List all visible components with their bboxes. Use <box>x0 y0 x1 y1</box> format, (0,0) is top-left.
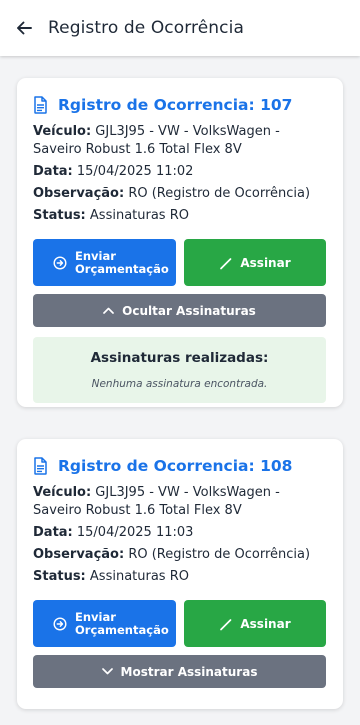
send-budget-label-line1: Enviar <box>75 609 116 624</box>
status-label: Status: <box>33 569 86 584</box>
date-value: 15/04/2025 11:02 <box>72 164 194 179</box>
occurrence-title[interactable]: Rgistro de Ocorrencia: 107 <box>33 95 327 115</box>
hide-signatures-label: Ocultar Assinaturas <box>122 303 256 318</box>
occurrence-card: Rgistro de Ocorrencia: 107 Veículo: GJL3… <box>17 78 343 407</box>
sign-label: Assinar <box>240 255 291 270</box>
observation-value: RO (Registro de Ocorrência) <box>124 547 311 562</box>
sign-label: Assinar <box>240 616 291 631</box>
occurrence-title-text: Rgistro de Ocorrencia: 107 <box>58 96 293 114</box>
sign-button[interactable]: Assinar <box>184 600 326 647</box>
show-signatures-button[interactable]: Mostrar Assinaturas <box>33 655 326 688</box>
arrow-circle-right-icon <box>53 616 67 631</box>
observation-label: Observação: <box>33 547 125 562</box>
send-budget-label-line2: Orçamentação <box>75 622 169 637</box>
back-button[interactable] <box>2 0 46 56</box>
observation-field: Observação: RO (Registro de Ocorrência) <box>33 185 327 203</box>
show-signatures-label: Mostrar Assinaturas <box>120 664 258 679</box>
date-label: Data: <box>33 164 73 179</box>
occurrence-title-text: Rgistro de Ocorrencia: 108 <box>58 457 293 475</box>
status-label: Status: <box>33 208 86 223</box>
vehicle-field: Veículo: GJL3J95 - VW - VolksWagen - Sav… <box>33 484 327 520</box>
vehicle-field: Veículo: GJL3J95 - VW - VolksWagen - Sav… <box>33 123 327 159</box>
sign-button[interactable]: Assinar <box>184 239 326 286</box>
status-value: Assinaturas RO <box>85 569 189 584</box>
occurrence-title[interactable]: Rgistro de Ocorrencia: 108 <box>33 456 327 476</box>
observation-value: RO (Registro de Ocorrência) <box>124 186 311 201</box>
vehicle-label: Veículo: <box>33 124 92 139</box>
date-field: Data: 15/04/2025 11:02 <box>33 163 327 181</box>
send-budget-button[interactable]: Enviar Orçamentação <box>33 239 176 286</box>
send-budget-label-line1: Enviar <box>75 248 116 263</box>
signatures-empty-message: Nenhuma assinatura encontrada. <box>91 378 268 390</box>
arrow-circle-right-icon <box>53 255 67 270</box>
date-field: Data: 15/04/2025 11:03 <box>33 524 327 542</box>
observation-label: Observação: <box>33 186 125 201</box>
status-field: Status: Assinaturas RO <box>33 207 327 225</box>
arrow-left-icon <box>17 21 32 35</box>
document-icon <box>33 456 50 476</box>
chevron-up-icon <box>103 307 115 314</box>
occurrence-card: Rgistro de Ocorrencia: 108 Veículo: GJL3… <box>17 439 343 709</box>
chevron-down-icon <box>101 668 113 675</box>
vehicle-label: Veículo: <box>33 485 92 500</box>
occurrence-list[interactable]: Rgistro de Ocorrencia: 107 Veículo: GJL3… <box>0 56 360 725</box>
pen-icon <box>220 257 232 269</box>
app-bar: Registro de Ocorrência <box>0 0 360 56</box>
observation-field: Observação: RO (Registro de Ocorrência) <box>33 546 327 564</box>
status-value: Assinaturas RO <box>85 208 189 223</box>
send-budget-button[interactable]: Enviar Orçamentação <box>33 600 176 647</box>
date-value: 15/04/2025 11:03 <box>72 525 194 540</box>
hide-signatures-button[interactable]: Ocultar Assinaturas <box>33 294 326 327</box>
pen-icon <box>220 618 232 630</box>
page-title: Registro de Ocorrência <box>48 18 244 38</box>
document-icon <box>33 95 50 115</box>
status-field: Status: Assinaturas RO <box>33 568 327 586</box>
send-budget-label-line2: Orçamentação <box>75 261 169 276</box>
signatures-title: Assinaturas realizadas: <box>90 350 269 366</box>
date-label: Data: <box>33 525 73 540</box>
signatures-panel: Assinaturas realizadas: Nenhuma assinatu… <box>33 337 326 403</box>
